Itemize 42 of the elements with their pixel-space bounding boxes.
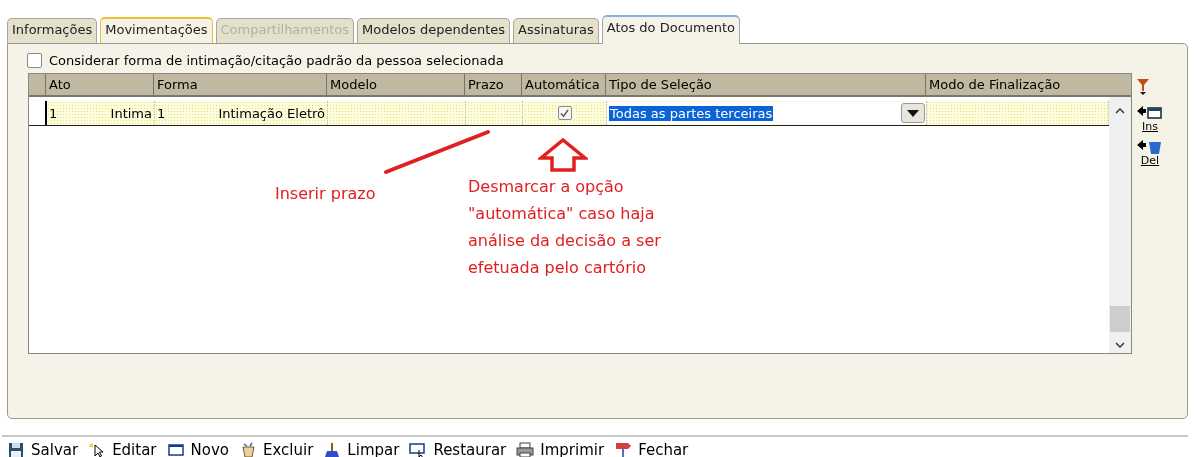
scrollbar[interactable]: [1109, 97, 1131, 353]
annotation-text: Desmarcar a opção "automática" caso haja análise da decisão a ser efetuada pelo cartório: [468, 176, 662, 279]
toolbar-button[interactable]: Restaurar: [404, 441, 512, 457]
row-indicator[interactable]: [29, 101, 47, 125]
column-header[interactable]: Automática: [522, 74, 606, 95]
checkbox-label: Considerar forma de intimação/citação padrão da pessoa selecionada: [49, 52, 504, 68]
table-cell: Intimação Eletrô: [218, 105, 325, 121]
column-header[interactable]: Modelo: [327, 74, 465, 95]
table-row[interactable]: 1 Intima 1 Intimação Eletrô Todas as partes terceiras: [29, 101, 1109, 126]
toolbar-button[interactable]: Editar: [83, 441, 162, 457]
table-cell: 1: [49, 105, 58, 121]
tab[interactable]: Informações: [7, 18, 98, 43]
toolbar-button[interactable]: Fechar: [609, 441, 694, 457]
scroll-down-icon[interactable]: [1115, 342, 1125, 349]
toolbar-button[interactable]: Salvar: [2, 441, 84, 457]
column-header[interactable]: Prazo: [465, 74, 522, 95]
dropdown[interactable]: Todas as partes terceiras: [607, 102, 926, 124]
flag-icon: [614, 442, 633, 457]
toolbar-button[interactable]: Excluir: [234, 441, 319, 457]
filter-icon[interactable]: [1137, 79, 1149, 95]
table-cell: Intima: [110, 105, 152, 121]
column-header[interactable]: Tipo de Seleção: [606, 74, 926, 95]
toolbar-button[interactable]: Novo: [161, 441, 234, 457]
broom-icon: [323, 442, 342, 457]
row-button[interactable]: Del: [1137, 139, 1163, 167]
tab[interactable]: Assinaturas: [513, 18, 599, 43]
trash-icon: [239, 442, 257, 457]
tab[interactable]: Movimentações: [100, 17, 213, 43]
column-header[interactable]: Forma: [154, 74, 327, 95]
tab[interactable]: Atos do Documento: [601, 15, 740, 44]
scrollbar-thumb[interactable]: [1110, 306, 1130, 332]
row-button[interactable]: Ins: [1137, 105, 1163, 133]
table-cell: 1: [157, 105, 166, 121]
up-arrow-icon: [538, 138, 588, 172]
floppy-icon: [7, 442, 25, 457]
column-header[interactable]: Ato: [46, 74, 154, 95]
column-header[interactable]: Modo de Finalização: [926, 74, 1108, 95]
checkbox[interactable]: [557, 106, 572, 120]
annotation-text: Inserir prazo: [275, 184, 376, 203]
checkbox[interactable]: [27, 52, 42, 68]
scroll-up-icon[interactable]: [1115, 107, 1125, 114]
tab[interactable]: Modelos dependentes: [357, 18, 511, 43]
